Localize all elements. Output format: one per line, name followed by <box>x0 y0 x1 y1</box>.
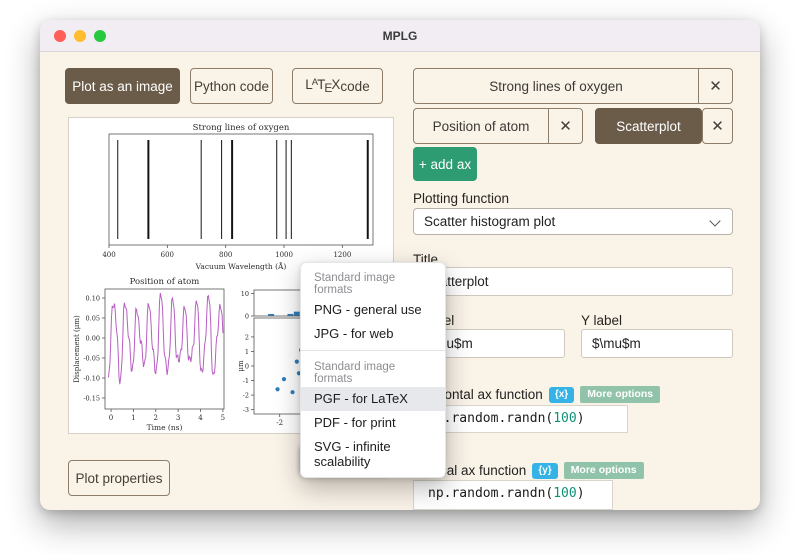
latex-code-button[interactable]: LATEX code <box>292 68 383 104</box>
svg-text:-0.05: -0.05 <box>83 355 100 363</box>
titlebar: MPLG <box>40 20 760 52</box>
menu-group-header: Standard image formats <box>314 361 396 385</box>
svg-text:-0.15: -0.15 <box>83 395 100 403</box>
vertical-more-options-button[interactable]: More options <box>563 462 644 479</box>
svg-text:-2: -2 <box>276 419 283 427</box>
python-code-label: Python code <box>193 78 270 94</box>
y-label-field-label: Y label <box>581 313 623 328</box>
ax-tab-strong-lines: Strong lines of oxygen ✕ <box>413 68 733 104</box>
y-variable-badge: {y} <box>532 462 558 479</box>
close-window-button[interactable] <box>54 30 66 42</box>
svg-text:Strong lines of oxygen: Strong lines of oxygen <box>193 123 290 133</box>
latex-logo: LATEX <box>305 77 341 95</box>
minimize-window-button[interactable] <box>74 30 86 42</box>
vertical-ax-code-input[interactable]: np.random.randn(100) <box>413 480 613 510</box>
svg-text:Vacuum Wavelength (Å): Vacuum Wavelength (Å) <box>195 262 287 271</box>
export-format-menu-item[interactable]: PNG - general use <box>301 298 445 322</box>
svg-text:Time (ns): Time (ns) <box>147 423 183 432</box>
svg-text:3: 3 <box>176 414 180 422</box>
svg-text:0: 0 <box>245 313 249 321</box>
svg-text:10: 10 <box>241 290 249 298</box>
latex-code-label: code <box>340 78 370 94</box>
ax-tab-scatterplot-selected[interactable]: Scatterplot <box>595 108 702 144</box>
svg-text:1: 1 <box>131 414 135 422</box>
svg-text:400: 400 <box>102 251 115 259</box>
add-ax-label: + add ax <box>418 156 472 172</box>
svg-text:1200: 1200 <box>333 251 351 259</box>
svg-text:-3: -3 <box>243 406 249 414</box>
ax-tab-position-of-atom: Position of atom ✕ <box>413 108 583 144</box>
ax-tab-position-of-atom-close-icon[interactable]: ✕ <box>548 109 582 143</box>
add-ax-button[interactable]: + add ax <box>413 147 477 181</box>
horizontal-more-options-button[interactable]: More options <box>580 386 661 403</box>
plot-as-image-button[interactable]: Plot as an image <box>65 68 180 104</box>
ax-tab-scatterplot-label: Scatterplot <box>616 118 681 134</box>
svg-text:Displacement (μm): Displacement (μm) <box>73 315 81 383</box>
title-input[interactable] <box>413 267 733 296</box>
traffic-lights <box>54 30 106 42</box>
plotting-function-value: Scatter histogram plot <box>424 214 556 229</box>
svg-text:0.00: 0.00 <box>86 335 100 343</box>
export-format-menu-item[interactable]: PGF - for LaTeX <box>301 387 445 411</box>
svg-text:0: 0 <box>109 414 113 422</box>
svg-text:1: 1 <box>245 348 249 356</box>
svg-text:2: 2 <box>245 333 249 341</box>
svg-text:0.10: 0.10 <box>86 295 100 303</box>
svg-text:-2: -2 <box>243 392 249 400</box>
svg-text:0: 0 <box>245 363 249 371</box>
window-title: MPLG <box>382 28 418 43</box>
chevron-down-icon <box>709 215 721 227</box>
svg-text:0.05: 0.05 <box>86 315 100 323</box>
svg-text:Position of atom: Position of atom <box>130 277 200 287</box>
vertical-ax-row: Vertical ax function {y} More options <box>413 462 644 479</box>
zoom-window-button[interactable] <box>94 30 106 42</box>
svg-text:μm: μm <box>237 360 245 372</box>
python-code-button[interactable]: Python code <box>190 68 273 104</box>
ax-tab-strong-lines-label[interactable]: Strong lines of oxygen <box>414 69 698 103</box>
ax-tab-position-of-atom-label[interactable]: Position of atom <box>414 109 548 143</box>
v-code-suffix: ) <box>576 486 585 501</box>
plot-properties-button[interactable]: Plot properties <box>68 460 170 496</box>
ax-tab-strong-lines-close-icon[interactable]: ✕ <box>698 69 732 103</box>
plot-properties-label: Plot properties <box>75 470 163 486</box>
plotting-function-label: Plotting function <box>413 191 510 206</box>
v-code-number: 100 <box>553 486 577 501</box>
h-code-prefix: np.random.randn( <box>428 411 554 426</box>
export-format-menu-item[interactable]: PDF - for print <box>301 411 445 435</box>
plot-as-image-label: Plot as an image <box>72 78 173 94</box>
svg-text:2: 2 <box>154 414 158 422</box>
svg-text:600: 600 <box>161 251 174 259</box>
svg-text:4: 4 <box>198 414 203 422</box>
ax-tab-scatterplot-close-icon[interactable]: ✕ <box>702 108 733 144</box>
svg-text:-1: -1 <box>243 377 249 385</box>
menu-divider <box>301 350 445 351</box>
h-code-number: 100 <box>553 411 577 426</box>
x-variable-badge: {x} <box>548 386 575 403</box>
svg-text:5: 5 <box>221 414 225 422</box>
export-format-menu-item[interactable]: SVG - infinite scalability <box>301 435 445 474</box>
menu-group-header: Standard image formats <box>314 272 396 296</box>
h-code-suffix: ) <box>576 411 585 426</box>
plotting-function-select[interactable]: Scatter histogram plot <box>413 208 733 235</box>
app-window: MPLG Plot as an image Python code LATEX … <box>40 20 760 510</box>
export-format-menu: Standard image formats PNG - general use J… <box>300 262 446 478</box>
y-label-input[interactable] <box>581 329 733 358</box>
svg-text:-0.10: -0.10 <box>83 375 100 383</box>
export-format-menu-item[interactable]: JPG - for web <box>301 322 445 346</box>
v-code-prefix: np.random.randn( <box>428 486 554 501</box>
svg-text:1000: 1000 <box>275 251 293 259</box>
horizontal-ax-row: Horizontal ax function {x} More options <box>413 386 661 403</box>
svg-text:800: 800 <box>219 251 232 259</box>
